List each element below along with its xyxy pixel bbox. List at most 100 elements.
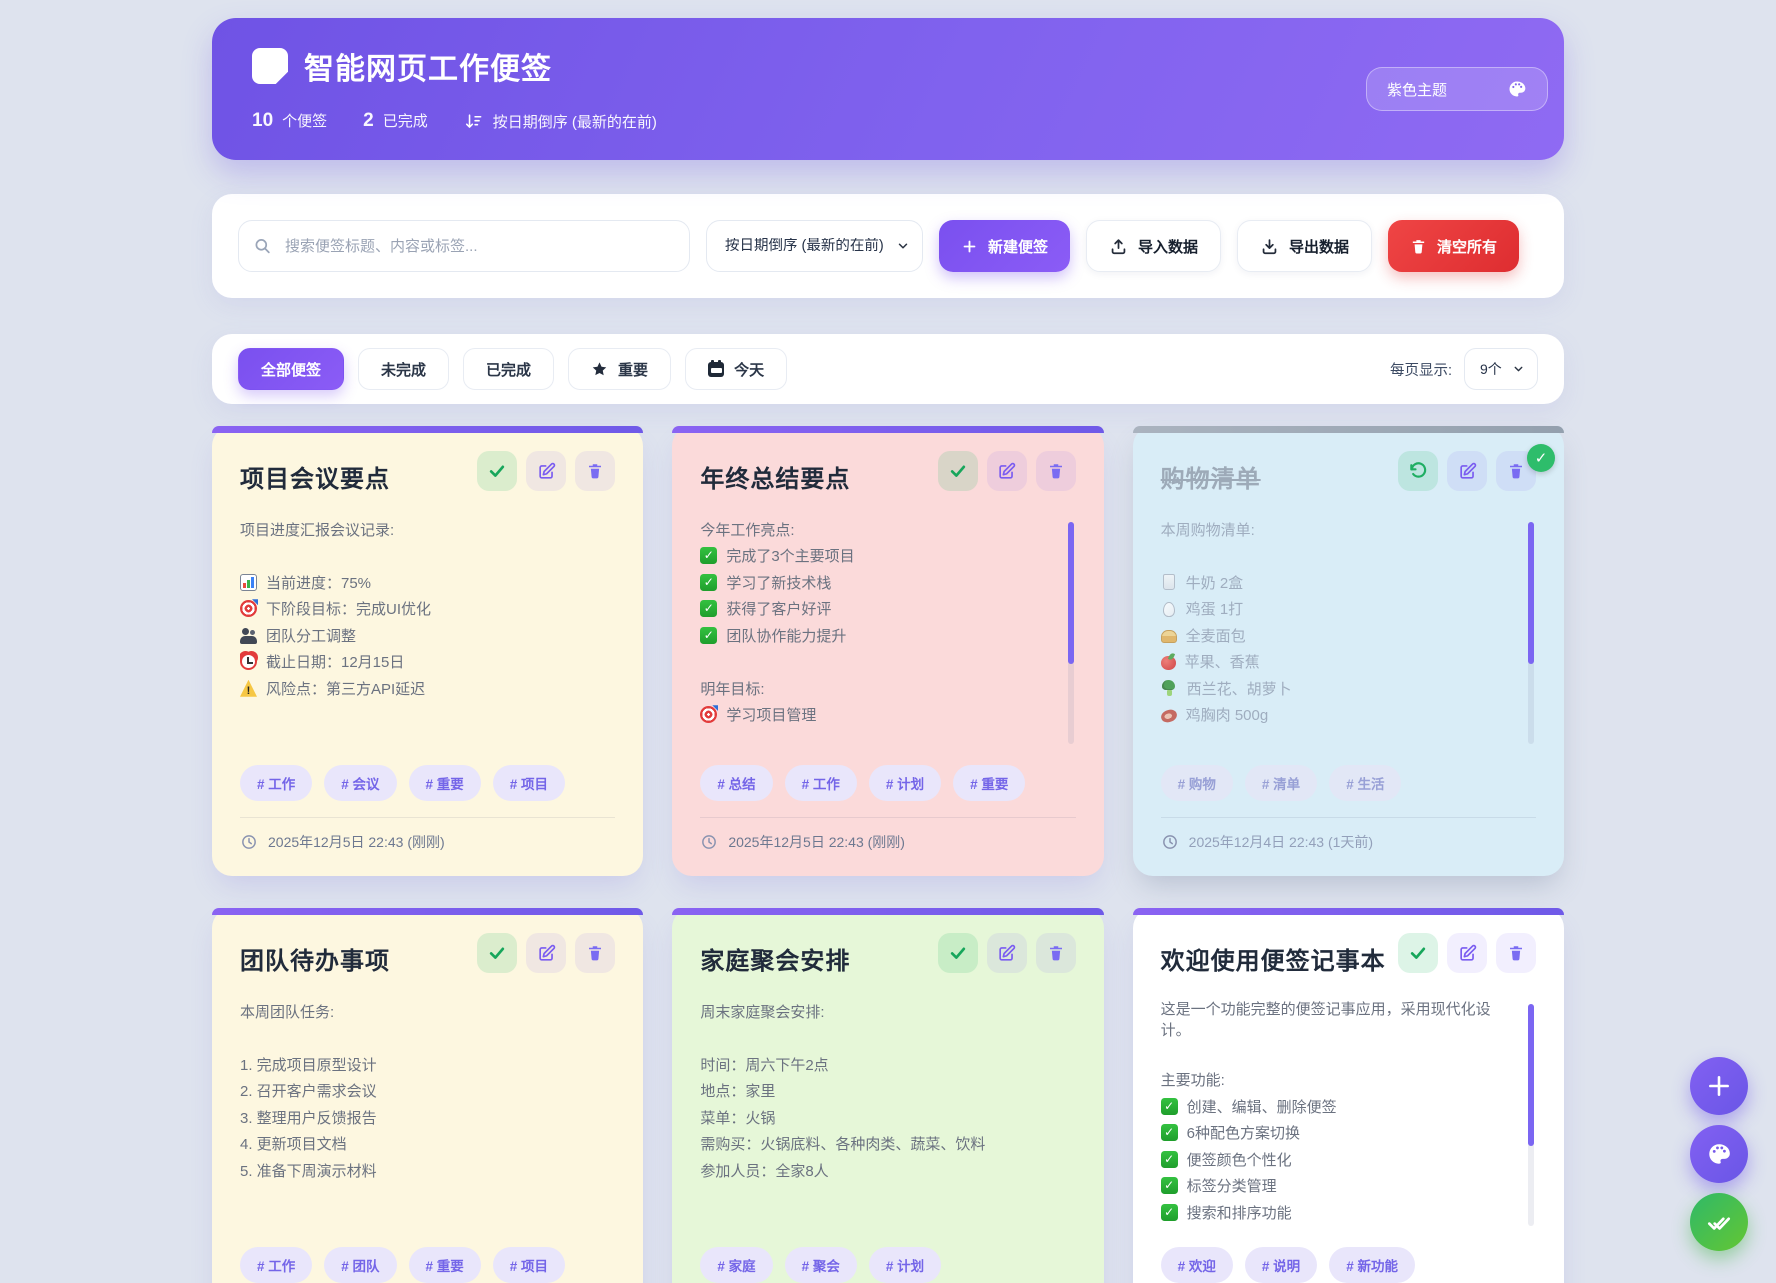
note-timestamp: 2025年12月5日 22:43 (刚刚) — [268, 832, 445, 852]
check-emoji-icon — [1161, 1204, 1178, 1221]
filter-tab[interactable]: 未完成 — [358, 348, 449, 390]
edit-note-button[interactable] — [526, 933, 566, 973]
note-tag[interactable]: # 家庭 — [700, 1247, 772, 1283]
filter-tab[interactable]: 已完成 — [463, 348, 554, 390]
note-tag[interactable]: # 工作 — [240, 765, 312, 801]
note-line: 截止日期：12月15日 — [240, 649, 593, 676]
check-emoji-icon — [1161, 1098, 1178, 1115]
warn-emoji-icon — [240, 680, 257, 697]
calendar-icon — [708, 362, 724, 377]
note-footer: 2025年12月5日 22:43 (刚刚) — [240, 817, 615, 852]
check-emoji-icon — [1161, 1124, 1178, 1141]
filter-bar: 全部便签 未完成 已完成 重要 今天 每页显示: 9个 — [212, 334, 1564, 404]
note-content: 项目进度汇报会议记录:当前进度：75%下阶段目标：完成UI优化团队分工调整截止日… — [240, 516, 615, 751]
note-line: 6种配色方案切换 — [1161, 1120, 1514, 1147]
edit-note-button[interactable] — [987, 451, 1027, 491]
note-tag[interactable]: # 总结 — [700, 765, 772, 801]
delete-note-button[interactable] — [1036, 933, 1076, 973]
note-line: 全麦面包 — [1161, 622, 1514, 649]
note-tag[interactable]: # 项目 — [493, 1247, 565, 1283]
plus-icon — [1706, 1073, 1732, 1099]
note-scrollbar-thumb[interactable] — [1528, 1004, 1534, 1146]
clock-icon — [240, 833, 258, 851]
delete-note-button[interactable] — [575, 933, 615, 973]
trash-icon — [1507, 462, 1525, 480]
note-line: 参加人员：全家8人 — [700, 1157, 1053, 1184]
note-tag[interactable]: # 计划 — [869, 765, 941, 801]
new-note-button[interactable]: 新建便签 — [939, 220, 1070, 272]
note-footer: 2025年12月4日 22:43 (1天前) — [1161, 817, 1536, 852]
filter-tab[interactable]: 今天 — [685, 348, 787, 390]
note-tag[interactable]: # 工作 — [240, 1247, 312, 1283]
search-input[interactable] — [238, 220, 690, 272]
note-tag[interactable]: # 重要 — [409, 1247, 481, 1283]
edit-icon — [537, 944, 556, 963]
export-data-button[interactable]: 导出数据 — [1237, 220, 1372, 272]
note-tag[interactable]: # 说明 — [1245, 1247, 1317, 1283]
complete-note-button[interactable] — [938, 933, 978, 973]
note-line: 鸡蛋 1打 — [1161, 596, 1514, 623]
delete-note-button[interactable] — [1496, 933, 1536, 973]
note-card: 项目会议要点 项目进度汇报会议记录:当前进度：75%下阶段目标：完成UI优化团队… — [212, 426, 643, 876]
add-note-fab[interactable] — [1690, 1057, 1748, 1115]
clear-all-button[interactable]: 清空所有 — [1388, 220, 1519, 272]
note-tag[interactable]: # 团队 — [324, 1247, 396, 1283]
edit-note-button[interactable] — [526, 451, 566, 491]
note-scrollbar-thumb[interactable] — [1068, 522, 1074, 664]
note-tag[interactable]: # 工作 — [785, 765, 857, 801]
download-icon — [1260, 237, 1279, 256]
check-icon — [487, 461, 507, 481]
per-page-select[interactable]: 9个 — [1464, 348, 1538, 390]
note-tag[interactable]: # 新功能 — [1329, 1247, 1415, 1283]
note-line: 搜索和排序功能 — [1161, 1199, 1514, 1226]
edit-note-button[interactable] — [987, 933, 1027, 973]
note-tag[interactable]: # 项目 — [493, 765, 565, 801]
complete-note-button[interactable] — [938, 451, 978, 491]
note-tag[interactable]: # 欢迎 — [1161, 1247, 1233, 1283]
note-scrollbar-thumb[interactable] — [1528, 522, 1534, 664]
complete-note-button[interactable] — [477, 933, 517, 973]
edit-note-button[interactable] — [1447, 933, 1487, 973]
note-line: 1. 完成项目原型设计 — [240, 1051, 593, 1078]
theme-fab[interactable] — [1690, 1125, 1748, 1183]
search-icon — [253, 237, 272, 256]
delete-note-button[interactable] — [1036, 451, 1076, 491]
completed-badge-icon — [1527, 444, 1555, 472]
plus-icon — [961, 238, 978, 255]
filter-tab[interactable]: 重要 — [568, 348, 671, 390]
note-footer: 2025年12月5日 22:43 (刚刚) — [700, 817, 1075, 852]
complete-note-button[interactable] — [477, 451, 517, 491]
note-tag[interactable]: # 重要 — [409, 765, 481, 801]
note-color-bar — [672, 426, 1103, 433]
header-stats: 10个便签 2已完成 按日期倒序 (最新的在前) — [252, 110, 1524, 132]
note-tag[interactable]: # 清单 — [1245, 765, 1317, 801]
trash-icon — [586, 944, 604, 962]
note-tag[interactable]: # 购物 — [1161, 765, 1233, 801]
note-tag[interactable]: # 聚会 — [785, 1247, 857, 1283]
note-line: 苹果、香蕉 — [1161, 649, 1514, 676]
filter-tab[interactable]: 全部便签 — [238, 348, 344, 390]
complete-all-fab[interactable] — [1690, 1193, 1748, 1251]
notes-count-stat: 10个便签 — [252, 110, 327, 132]
sort-select[interactable]: 按日期倒序 (最新的在前) — [706, 220, 923, 272]
note-color-bar — [1133, 426, 1564, 433]
check-emoji-icon — [700, 574, 717, 591]
import-data-button[interactable]: 导入数据 — [1086, 220, 1221, 272]
note-tag[interactable]: # 重要 — [953, 765, 1025, 801]
note-tag[interactable]: # 会议 — [324, 765, 396, 801]
complete-note-button[interactable] — [1398, 933, 1438, 973]
theme-switch-button[interactable]: 紫色主题 — [1366, 67, 1548, 111]
note-line: 下阶段目标：完成UI优化 — [240, 596, 593, 623]
delete-note-button[interactable] — [575, 451, 615, 491]
note-content: 本周购物清单:牛奶 2盒鸡蛋 1打全麦面包苹果、香蕉西兰花、胡萝卜鸡胸肉 500… — [1161, 516, 1536, 751]
note-line: 4. 更新项目文档 — [240, 1131, 593, 1158]
edit-note-button[interactable] — [1447, 451, 1487, 491]
note-tags: # 购物 # 清单 # 生活 — [1161, 765, 1536, 801]
broccoli-emoji-icon — [1161, 680, 1178, 697]
note-tag[interactable]: # 计划 — [869, 1247, 941, 1283]
note-title: 项目会议要点 — [240, 459, 390, 494]
note-tag[interactable]: # 生活 — [1329, 765, 1401, 801]
note-card: 年终总结要点 今年工作亮点:完成了3个主要项目学习了新技术栈获得了客户好评团队协… — [672, 426, 1103, 876]
complete-note-button[interactable] — [1398, 451, 1438, 491]
edit-icon — [537, 462, 556, 481]
